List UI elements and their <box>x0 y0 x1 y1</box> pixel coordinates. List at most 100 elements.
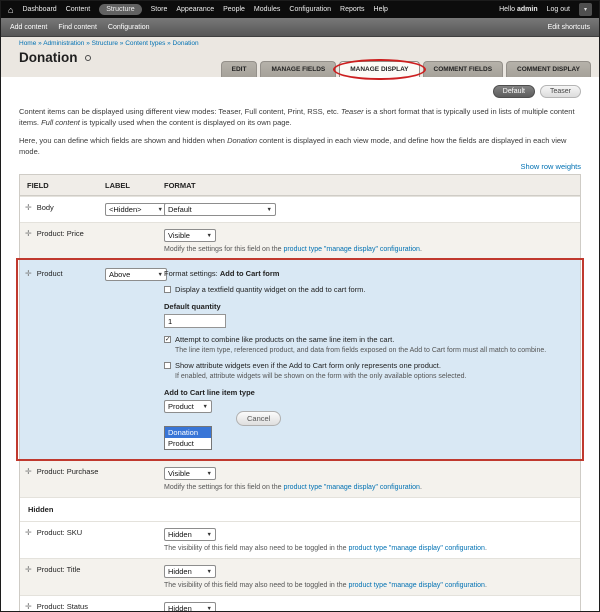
attribute-widgets-note: If enabled, attribute widgets will be sh… <box>175 373 467 380</box>
manage-display-config-link[interactable]: product type "manage display" configurat… <box>348 545 485 552</box>
title-format-select[interactable]: Hidden ▼ <box>164 565 216 578</box>
combine-checkbox-checked[interactable]: ✓ <box>164 336 171 343</box>
format-settings-prefix: Format settings: <box>164 269 220 278</box>
quantity-widget-checkbox[interactable] <box>164 286 171 293</box>
manage-display-config-link[interactable]: product type "manage display" configurat… <box>283 484 420 491</box>
drag-handle-icon[interactable]: ✛ <box>25 269 32 278</box>
shortcut-configuration[interactable]: Configuration <box>108 24 150 31</box>
select-arrow-icon: ▼ <box>206 531 212 538</box>
drag-handle-icon[interactable]: ✛ <box>25 565 32 574</box>
field-name: Product: Price <box>36 229 84 238</box>
edit-shortcuts-link[interactable]: Edit shortcuts <box>548 24 590 31</box>
drag-handle-icon[interactable]: ✛ <box>25 229 32 238</box>
line-item-type-label: Add to Cart line item type <box>164 388 255 397</box>
intro-p2-text: Here, you can define which fields are sh… <box>19 135 228 145</box>
field-name: Product: Title <box>36 565 81 574</box>
table-header-row: FIELD LABEL FORMAT <box>20 175 580 196</box>
main-content: Default Teaser Content items can be disp… <box>1 77 599 612</box>
toolbar-toggle-button[interactable]: ▾ <box>579 3 592 16</box>
toolbar-item-people[interactable]: People <box>223 6 245 13</box>
status-format-select[interactable]: Hidden ▼ <box>164 602 216 612</box>
toolbar-item-help[interactable]: Help <box>374 6 388 13</box>
logout-link[interactable]: Log out <box>547 6 570 13</box>
title-note: The visibility of this field may also ne… <box>164 582 572 589</box>
price-note: Modify the settings for this field on th… <box>164 246 572 253</box>
purchase-note: Modify the settings for this field on th… <box>164 484 572 491</box>
shortcut-add-content[interactable]: Add content <box>10 24 47 31</box>
body-label-select[interactable]: <Hidden> ▼ <box>105 203 167 216</box>
table-row-product-sku: ✛ Product: SKU Hidden ▼ The visibility of … <box>20 521 580 558</box>
product-label-value: Above <box>109 270 131 279</box>
admin-toolbar: ⌂ Dashboard Content Structure Store Appe… <box>1 1 599 18</box>
product-label-select[interactable]: Above ▼ <box>105 268 167 281</box>
note-text: The visibility of this field may also ne… <box>164 582 349 589</box>
home-icon[interactable]: ⌂ <box>8 5 13 15</box>
manage-display-table: FIELD LABEL FORMAT ✛ Body <Hidden> ▼ Defau… <box>16 174 584 612</box>
intro-paragraph-2: Here, you can define which fields are sh… <box>19 135 581 158</box>
field-name: Product: SKU <box>36 528 83 537</box>
format-settings-title: Format settings: Add to Cart form <box>164 269 572 278</box>
teaser-view-mode-button[interactable]: Teaser <box>539 85 581 98</box>
sku-format-select[interactable]: Hidden ▼ <box>164 528 216 541</box>
tab-edit[interactable]: EDIT <box>220 61 258 77</box>
drag-handle-icon[interactable]: ✛ <box>25 467 32 476</box>
body-label-value: <Hidden> <box>109 205 142 214</box>
table-row-body: ✛ Body <Hidden> ▼ Default ▼ <box>20 196 580 222</box>
select-arrow-icon: ▼ <box>206 605 212 612</box>
line-item-type-value: Product <box>168 402 194 411</box>
default-quantity-input[interactable] <box>164 314 226 328</box>
status-format-value: Hidden <box>168 604 192 612</box>
select-arrow-icon: ▼ <box>157 206 163 213</box>
default-view-mode-button[interactable]: Default <box>492 85 535 98</box>
toolbar-item-modules[interactable]: Modules <box>254 6 280 13</box>
cancel-button[interactable]: Cancel <box>236 411 282 426</box>
manage-display-config-link[interactable]: product type "manage display" configurat… <box>283 246 420 253</box>
table-row-product-price: ✛ Product: Price Visible ▼ Modify the sett… <box>20 222 580 259</box>
hidden-section-header: Hidden <box>20 497 580 521</box>
toolbar-item-appearance[interactable]: Appearance <box>176 6 214 13</box>
body-format-select[interactable]: Default ▼ <box>164 203 276 216</box>
show-row-weights-link[interactable]: Show row weights <box>521 162 581 171</box>
toolbar-item-dashboard[interactable]: Dashboard <box>22 6 56 13</box>
breadcrumb[interactable]: Home » Administration » Structure » Cont… <box>19 40 599 47</box>
toolbar-item-configuration[interactable]: Configuration <box>289 6 331 13</box>
intro-p1-teaser: Teaser <box>340 107 364 116</box>
field-name: Product: Purchase <box>36 467 99 476</box>
purchase-format-select[interactable]: Visible ▼ <box>164 467 216 480</box>
attribute-widgets-label: Show attribute widgets even if the Add t… <box>175 361 441 370</box>
manage-display-config-link[interactable]: product type "manage display" configurat… <box>348 582 485 589</box>
contextual-circle-icon[interactable] <box>84 54 91 61</box>
drag-handle-icon[interactable]: ✛ <box>25 203 32 212</box>
line-item-type-dropdown: Donation Product <box>164 426 212 450</box>
shortcut-bar: Add content Find content Configuration E… <box>1 18 599 37</box>
combine-label: Attempt to combine like products on the … <box>175 335 395 344</box>
tab-comment-fields[interactable]: COMMENT FIELDS <box>422 61 504 77</box>
sku-note: The visibility of this field may also ne… <box>164 545 572 552</box>
select-arrow-icon: ▼ <box>202 403 208 410</box>
note-text: Modify the settings for this field on th… <box>164 246 284 253</box>
note-text: Modify the settings for this field on th… <box>164 484 284 491</box>
toolbar-item-store[interactable]: Store <box>151 6 168 13</box>
toolbar-item-reports[interactable]: Reports <box>340 6 365 13</box>
format-column-header: FORMAT <box>164 181 196 190</box>
field-name: Body <box>36 203 54 212</box>
dropdown-option-donation[interactable]: Donation <box>165 427 211 438</box>
price-format-value: Visible <box>168 231 190 240</box>
shortcut-find-content[interactable]: Find content <box>58 24 97 31</box>
note-period: . <box>419 484 422 491</box>
price-format-select[interactable]: Visible ▼ <box>164 229 216 242</box>
intro-p1-fullcontent: Full content <box>41 118 80 128</box>
tab-manage-display[interactable]: MANAGE DISPLAY <box>333 59 426 80</box>
note-text: The visibility of this field may also ne… <box>164 545 349 552</box>
tab-manage-fields[interactable]: MANAGE FIELDS <box>260 61 337 77</box>
drag-handle-icon[interactable]: ✛ <box>25 528 32 537</box>
toolbar-item-content[interactable]: Content <box>66 6 91 13</box>
toolbar-item-structure[interactable]: Structure <box>99 4 142 15</box>
attribute-widgets-checkbox[interactable] <box>164 362 171 369</box>
table-row-product-purchase: ✛ Product: Purchase Visible ▼ Modify the s… <box>20 460 580 497</box>
tab-comment-display[interactable]: COMMENT DISPLAY <box>506 61 591 77</box>
intro-p2-donation: Donation <box>227 135 258 145</box>
dropdown-option-product[interactable]: Product <box>165 438 211 449</box>
drag-handle-icon[interactable]: ✛ <box>25 602 32 611</box>
line-item-type-select[interactable]: Product ▼ <box>164 400 212 413</box>
